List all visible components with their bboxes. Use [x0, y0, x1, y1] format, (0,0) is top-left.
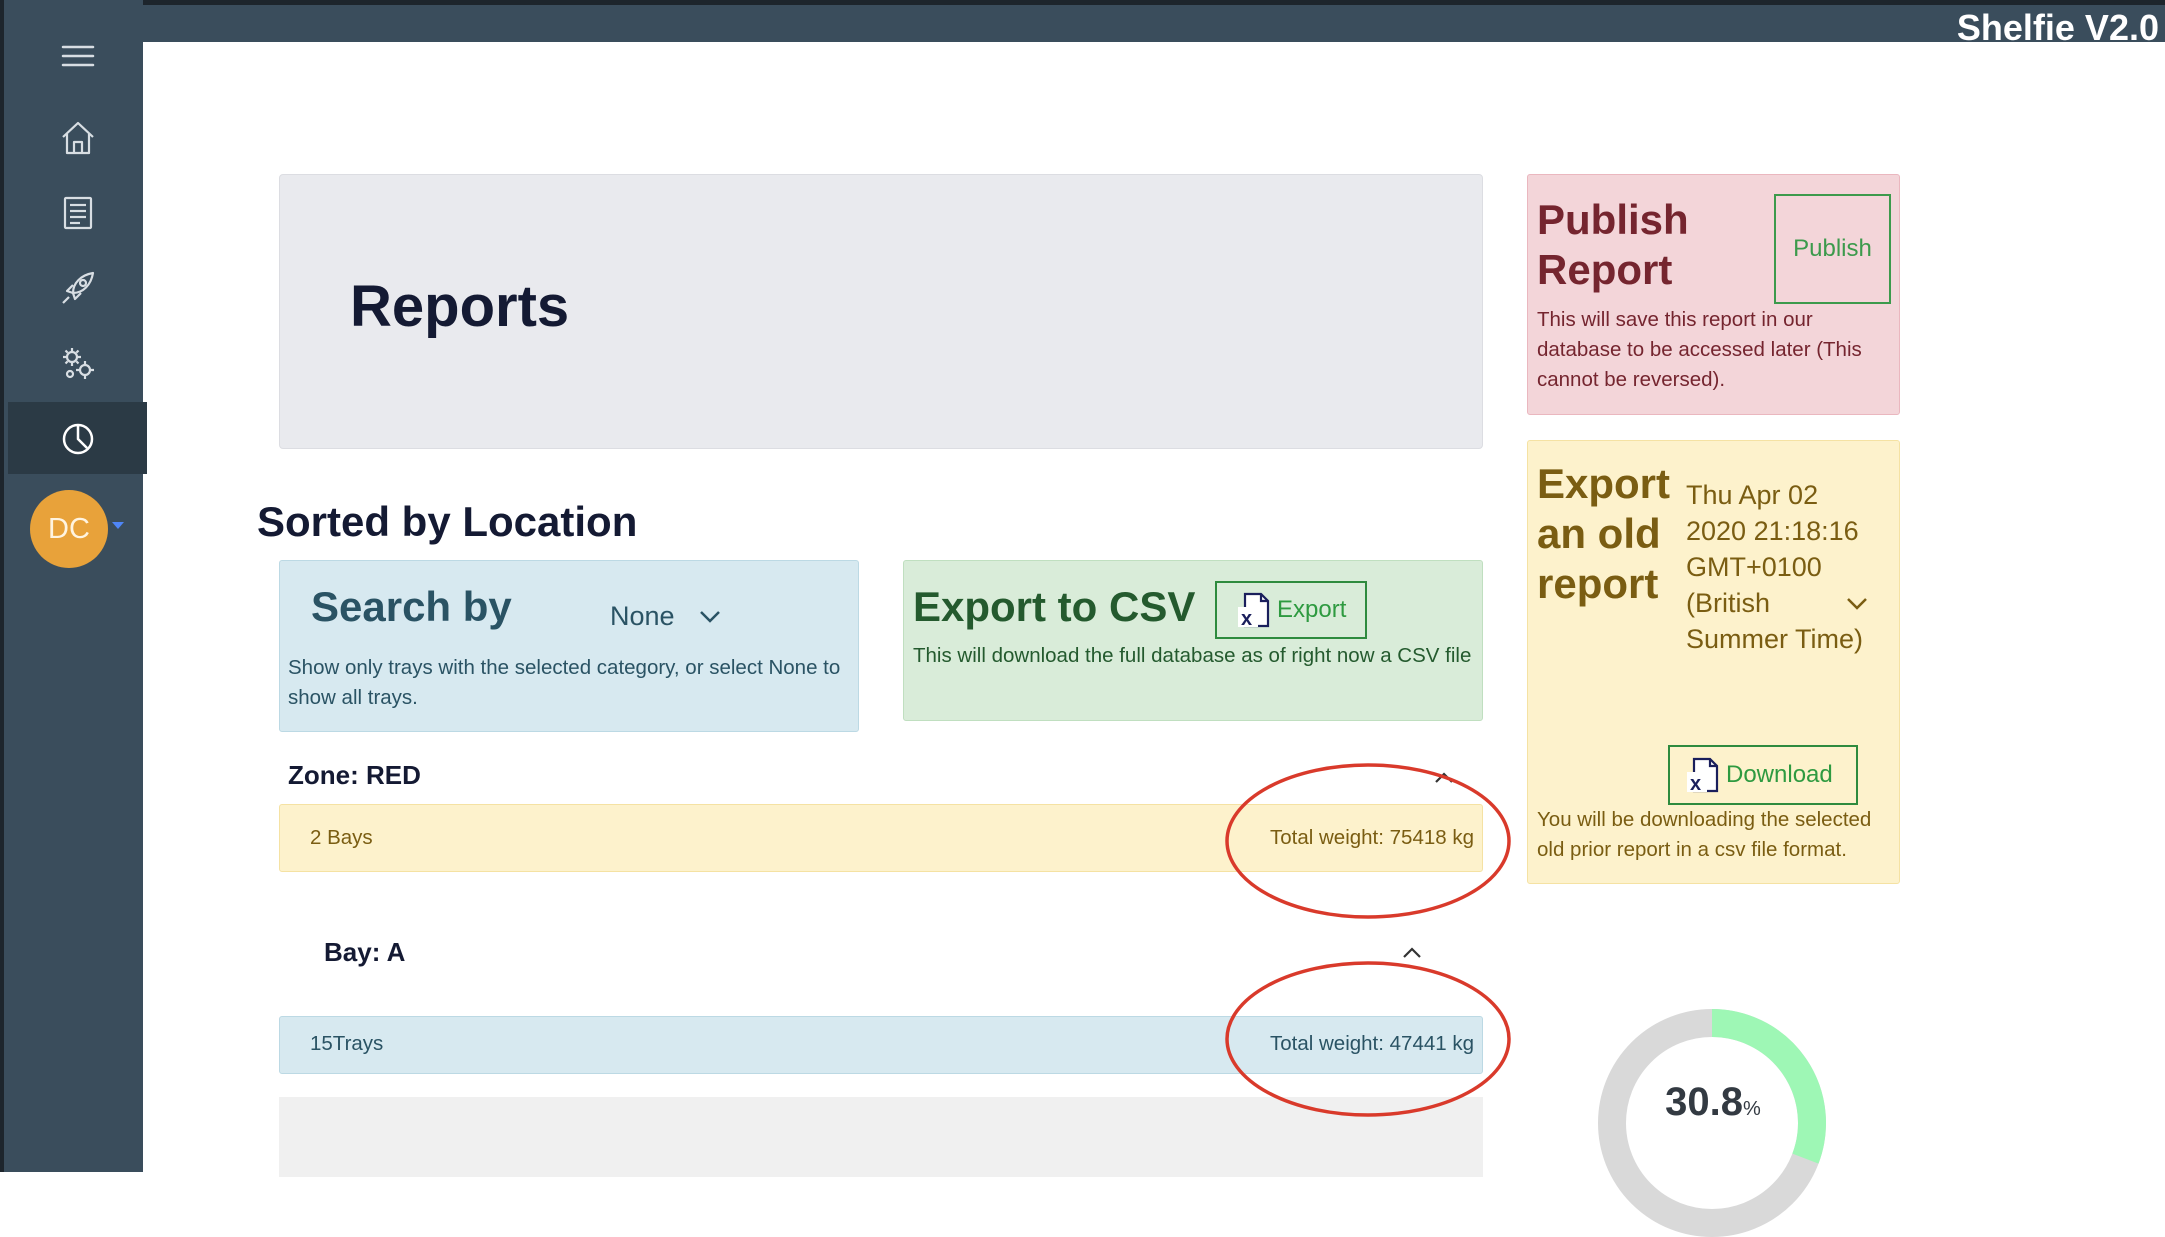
chevron-up-icon[interactable] — [1434, 772, 1454, 784]
section-title: Sorted by Location — [257, 498, 638, 545]
app-title: Shelfie V2.0 — [1956, 7, 2159, 48]
pie-chart-icon — [62, 423, 93, 455]
svg-text:x: x — [1241, 608, 1252, 629]
export-button-label: Export — [1277, 596, 1347, 623]
gauge-unit: % — [1743, 1098, 1761, 1120]
download-button[interactable]: x Download — [1668, 745, 1858, 805]
nav-launch[interactable] — [8, 252, 147, 324]
bay-summary-row[interactable]: 15Trays Total weight: 47441 kg — [279, 1016, 1483, 1074]
excel-file-icon: x — [1687, 757, 1719, 794]
search-description: Show only trays with the selected catego… — [288, 656, 841, 709]
bay-label: Bay: A — [324, 937, 406, 967]
gauge-value: 30.8% — [1658, 1080, 1768, 1125]
nav-settings[interactable] — [8, 327, 147, 399]
bay-total-weight: Total weight: 47441 kg — [1270, 1032, 1474, 1055]
old-report-title: Export an old report — [1537, 460, 1671, 607]
rocket-icon — [61, 271, 94, 304]
sidebar: DC — [0, 0, 147, 1172]
csv-export-card: Export to CSV x Export This will downloa… — [903, 560, 1483, 721]
nav-home[interactable] — [8, 102, 147, 174]
nav-documents[interactable] — [8, 177, 147, 249]
chevron-down-icon[interactable] — [1846, 597, 1868, 611]
old-report-card: Export an old report Thu Apr 02 2020 21:… — [1527, 440, 1900, 884]
bay-tray-count: 15Trays — [310, 1032, 384, 1055]
chevron-down-icon — [699, 610, 720, 623]
export-button[interactable]: x Export — [1215, 581, 1367, 639]
old-report-select[interactable]: Thu Apr 02 2020 21:18:16 GMT+0100 (Briti… — [1686, 477, 1866, 657]
publish-title: Publish Report — [1537, 196, 1689, 293]
avatar-caret-icon[interactable] — [112, 522, 124, 529]
zone-total-weight: Total weight: 75418 kg — [1270, 826, 1474, 849]
zone-label: Zone: RED — [288, 760, 421, 790]
svg-text:x: x — [1690, 773, 1701, 794]
header-card: Reports — [279, 174, 1483, 449]
avatar[interactable]: DC — [30, 490, 108, 568]
zone-summary-row[interactable]: 2 Bays Total weight: 75418 kg — [279, 804, 1483, 872]
publish-description: This will save this report in our databa… — [1537, 308, 1862, 391]
page-title: Reports — [350, 274, 570, 339]
menu-button[interactable] — [8, 20, 147, 92]
search-card: Search by None Show only trays with the … — [279, 560, 859, 732]
search-category-select[interactable]: None — [610, 601, 721, 632]
publish-button[interactable]: Publish — [1774, 194, 1891, 304]
old-report-description: You will be downloading the selected old… — [1537, 808, 1872, 861]
top-bar: Shelfie V2.0 — [0, 0, 2165, 48]
home-icon — [61, 121, 94, 155]
gauge-number: 30.8 — [1665, 1080, 1744, 1124]
zone-bay-count: 2 Bays — [310, 826, 373, 849]
menu-icon — [61, 45, 94, 67]
chevron-up-icon[interactable] — [1402, 947, 1422, 959]
gears-icon — [62, 348, 94, 379]
search-selected-value: None — [610, 601, 675, 631]
publish-card: Publish Report Publish This will save th… — [1527, 174, 1900, 415]
excel-file-icon: x — [1238, 592, 1270, 629]
tray-list-placeholder — [279, 1097, 1483, 1177]
download-button-label: Download — [1726, 761, 1833, 788]
document-icon — [63, 196, 92, 230]
csv-description: This will download the full database as … — [913, 644, 1472, 667]
nav-reports[interactable] — [8, 402, 147, 474]
search-title: Search by — [311, 583, 512, 630]
csv-title: Export to CSV — [913, 583, 1196, 630]
